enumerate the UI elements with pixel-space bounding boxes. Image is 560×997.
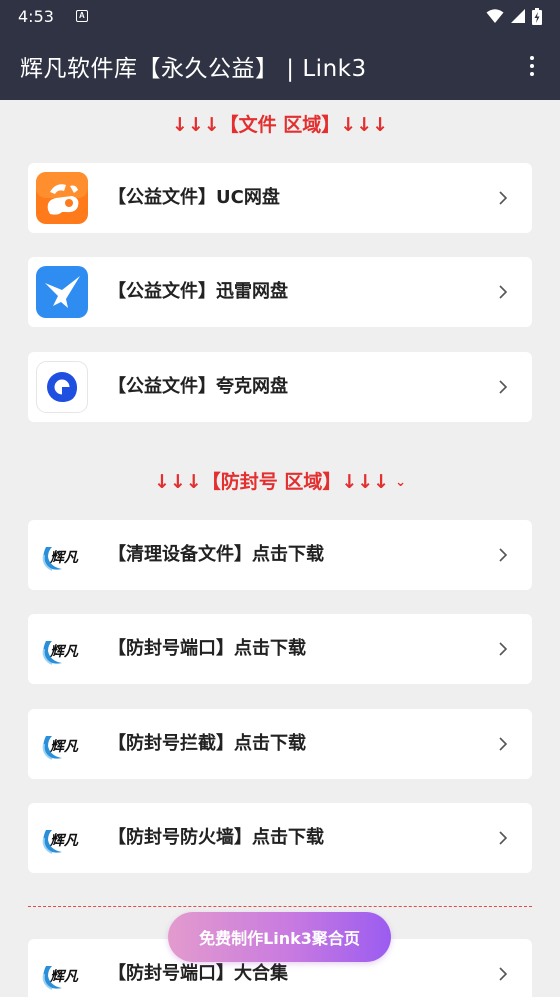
- svg-text:辉凡: 辉凡: [50, 739, 79, 755]
- signal-icon: [511, 9, 525, 23]
- status-icons: [486, 7, 542, 25]
- xunlei-drive-icon: [36, 266, 88, 318]
- chevron-right-icon: [499, 191, 508, 205]
- section-header-antiban-text: ↓↓↓【防封号 区域】↓↓↓: [153, 471, 390, 493]
- chevron-right-icon: [499, 737, 508, 751]
- list-item-uc-drive[interactable]: 【公益文件】UC网盘: [28, 163, 532, 233]
- chevron-right-icon: [499, 285, 508, 299]
- huifan-logo-icon: 辉凡: [42, 830, 79, 854]
- chevron-right-icon: [499, 380, 508, 394]
- list-item-antiban-intercept[interactable]: 辉凡 【防封号拦截】点击下载: [28, 709, 532, 779]
- huifan-logo-icon: 辉凡: [42, 966, 79, 990]
- section-header-files-text: ↓↓↓【文件 区域】↓↓↓: [171, 114, 389, 136]
- section-header-antiban[interactable]: ↓↓↓【防封号 区域】↓↓↓ ⌄: [0, 467, 560, 494]
- uc-drive-icon: [36, 172, 88, 224]
- list-item-quark-drive[interactable]: 【公益文件】夸克网盘: [28, 352, 532, 422]
- chevron-right-icon: [499, 642, 508, 656]
- list-item-label: 【防封号防火墙】点击下载: [108, 827, 324, 848]
- status-bar: 4:53 A: [0, 0, 560, 32]
- list-item-label: 【防封号端口】点击下载: [108, 638, 306, 659]
- page-title: 辉凡软件库【永久公益】 | Link3: [20, 56, 367, 82]
- wifi-icon: [486, 9, 504, 23]
- svg-text:辉凡: 辉凡: [50, 833, 79, 849]
- list-item-label: 【防封号拦截】点击下载: [108, 733, 306, 754]
- svg-text:辉凡: 辉凡: [50, 644, 79, 660]
- app-bar: 辉凡软件库【永久公益】 | Link3: [0, 32, 560, 100]
- list-item-antiban-port[interactable]: 辉凡 【防封号端口】点击下载: [28, 614, 532, 684]
- main-content[interactable]: ↓↓↓【文件 区域】↓↓↓ 【公益文件】UC网盘 【公益文件】迅雷网盘 【公益文…: [0, 100, 560, 997]
- huifan-logo-icon: 辉凡: [42, 641, 79, 665]
- svg-text:辉凡: 辉凡: [50, 969, 79, 985]
- huifan-logo-icon: 辉凡: [42, 736, 79, 760]
- status-time: 4:53: [18, 6, 54, 26]
- list-item-label: 【公益文件】UC网盘: [108, 187, 280, 208]
- list-item-label: 【清理设备文件】点击下载: [108, 544, 324, 565]
- overflow-menu-icon[interactable]: [520, 54, 544, 78]
- notification-icon: A: [75, 10, 88, 22]
- list-item-antiban-firewall[interactable]: 辉凡 【防封号防火墙】点击下载: [28, 803, 532, 873]
- section-divider: [28, 906, 532, 907]
- list-item-clean-device[interactable]: 辉凡 【清理设备文件】点击下载: [28, 520, 532, 590]
- section-header-files: ↓↓↓【文件 区域】↓↓↓: [0, 110, 560, 137]
- chevron-right-icon: [499, 831, 508, 845]
- chevron-right-icon: [499, 548, 508, 562]
- chevron-down-icon[interactable]: ⌄: [395, 475, 406, 490]
- quark-drive-icon: [36, 361, 88, 413]
- battery-icon: [532, 7, 542, 25]
- create-link3-page-label: 免费制作Link3聚合页: [199, 929, 360, 948]
- huifan-logo-icon: 辉凡: [42, 547, 79, 571]
- svg-text:辉凡: 辉凡: [50, 550, 79, 566]
- chevron-right-icon: [499, 967, 508, 981]
- list-item-label: 【公益文件】迅雷网盘: [108, 281, 288, 302]
- list-item-xunlei-drive[interactable]: 【公益文件】迅雷网盘: [28, 257, 532, 327]
- create-link3-page-button[interactable]: 免费制作Link3聚合页: [168, 912, 391, 962]
- list-item-label: 【公益文件】夸克网盘: [108, 376, 288, 397]
